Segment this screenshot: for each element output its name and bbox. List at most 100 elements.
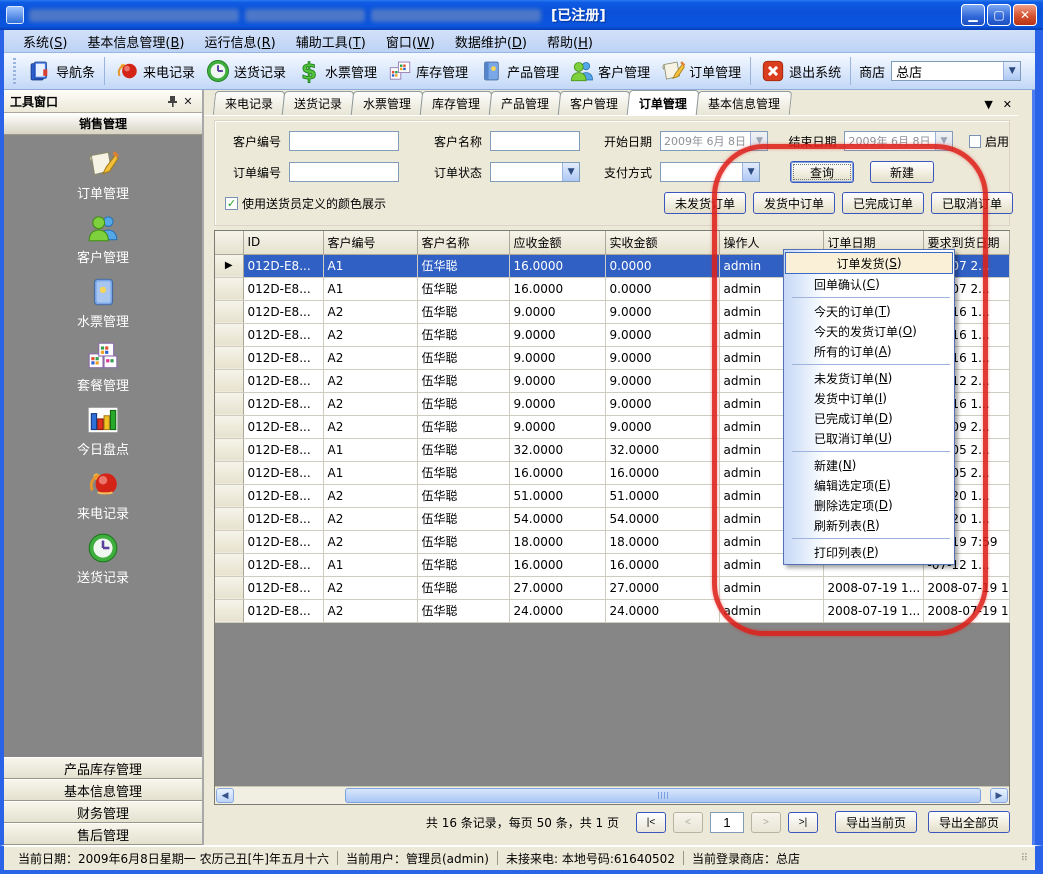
tab-close-icon[interactable]: ✕ [1003, 98, 1012, 111]
context-menu-item[interactable]: 回单确认(C) [784, 274, 954, 294]
cell-customer-no[interactable]: A2 [323, 599, 417, 622]
cell-customer-no[interactable]: A1 [323, 438, 417, 461]
cell-customer-no[interactable]: A2 [323, 323, 417, 346]
scrollbar-thumb[interactable] [345, 788, 981, 803]
cell-received[interactable]: 24.0000 [605, 599, 719, 622]
status-filter-cancelled-button[interactable]: 已取消订单 [931, 192, 1013, 214]
status-filter-shipping-button[interactable]: 发货中订单 [753, 192, 835, 214]
minimize-button[interactable]: ▁ [961, 4, 985, 26]
toolbar-product-button[interactable]: 产品管理 [473, 55, 564, 87]
tab-订单管理[interactable]: 订单管理 [627, 90, 700, 115]
tab-产品管理[interactable]: 产品管理 [489, 91, 562, 115]
menubar-item[interactable]: 帮助(H) [538, 30, 602, 53]
cell-operator[interactable]: admin [719, 576, 823, 599]
context-menu-item[interactable]: 删除选定项(D) [784, 495, 954, 515]
cell-customer-no[interactable]: A1 [323, 254, 417, 277]
sidebar-item-package-mgmt[interactable]: 套餐管理 [77, 339, 129, 394]
cell-customer-name[interactable]: 伍华聪 [417, 576, 509, 599]
cell-received[interactable]: 18.0000 [605, 530, 719, 553]
query-button[interactable]: 查询 [790, 161, 854, 183]
cell-id[interactable]: 012D-E8... [243, 576, 323, 599]
row-selector[interactable] [215, 599, 243, 622]
toolbar-exit-button[interactable]: 退出系统 [755, 55, 846, 87]
cell-receivable[interactable]: 24.0000 [509, 599, 605, 622]
tab-水票管理[interactable]: 水票管理 [351, 91, 424, 115]
customer-name-input[interactable] [490, 131, 580, 151]
cell-customer-name[interactable]: 伍华聪 [417, 346, 509, 369]
cell-received[interactable]: 9.0000 [605, 323, 719, 346]
table-row[interactable]: 012D-E8...A2伍华聪24.000024.0000admin2008-0… [215, 599, 1009, 622]
menubar-item[interactable]: 辅助工具(T) [287, 30, 375, 53]
scroll-left-icon[interactable]: ◀ [216, 788, 234, 803]
row-selector[interactable]: ▶ [215, 254, 243, 277]
cell-customer-no[interactable]: A2 [323, 507, 417, 530]
shop-select[interactable]: 总店 ▼ [891, 61, 1021, 81]
pin-icon[interactable] [164, 94, 180, 109]
menubar-item[interactable]: 基本信息管理(B) [78, 30, 193, 53]
cell-customer-no[interactable]: A2 [323, 415, 417, 438]
sidebar-item-water-ticket-mgmt[interactable]: 水票管理 [77, 275, 129, 330]
menubar-item[interactable]: 运行信息(R) [196, 30, 285, 53]
cell-customer-name[interactable]: 伍华聪 [417, 300, 509, 323]
cell-received[interactable]: 27.0000 [605, 576, 719, 599]
menubar-item[interactable]: 窗口(W) [377, 30, 444, 53]
cell-customer-name[interactable]: 伍华聪 [417, 530, 509, 553]
order-status-select[interactable]: ▼ [490, 162, 580, 182]
cell-customer-name[interactable]: 伍华聪 [417, 438, 509, 461]
next-page-button[interactable]: > [751, 812, 781, 833]
order-no-input[interactable] [289, 162, 399, 182]
sidebar-group-finance[interactable]: 财务管理 [4, 801, 202, 823]
cell-req-date[interactable]: 2008-07-19 1... [923, 576, 1009, 599]
cell-req-date[interactable]: 2008-07-19 1... [923, 599, 1009, 622]
cell-customer-no[interactable]: A2 [323, 300, 417, 323]
status-filter-completed-button[interactable]: 已完成订单 [842, 192, 924, 214]
cell-customer-name[interactable]: 伍华聪 [417, 553, 509, 576]
row-selector[interactable] [215, 484, 243, 507]
cell-receivable[interactable]: 18.0000 [509, 530, 605, 553]
cell-customer-no[interactable]: A2 [323, 576, 417, 599]
cell-received[interactable]: 16.0000 [605, 461, 719, 484]
status-filter-unshipped-button[interactable]: 未发货订单 [664, 192, 746, 214]
cell-customer-no[interactable]: A2 [323, 346, 417, 369]
context-menu-item[interactable]: 打印列表(P) [784, 542, 954, 562]
cell-order-date[interactable]: 2008-07-19 1... [823, 599, 923, 622]
row-selector[interactable] [215, 323, 243, 346]
chevron-down-icon[interactable]: ▼ [562, 163, 579, 181]
page-number-input[interactable] [710, 812, 744, 833]
last-page-button[interactable]: >| [788, 812, 818, 833]
context-menu-item[interactable]: 今天的发货订单(O) [784, 321, 954, 341]
row-selector[interactable] [215, 553, 243, 576]
pay-method-select[interactable]: ▼ [660, 162, 760, 182]
cell-receivable[interactable]: 16.0000 [509, 254, 605, 277]
col-customer-name[interactable]: 客户名称 [417, 231, 509, 254]
toolbar-water-ticket-button[interactable]: $ 水票管理 [291, 55, 382, 87]
row-selector[interactable] [215, 369, 243, 392]
toolbar-navigator-button[interactable]: 导航条 [22, 55, 100, 87]
row-selector[interactable] [215, 392, 243, 415]
cell-customer-no[interactable]: A2 [323, 369, 417, 392]
sidebar-item-daily-check[interactable]: 今日盘点 [77, 403, 129, 458]
cell-customer-name[interactable]: 伍华聪 [417, 254, 509, 277]
cell-receivable[interactable]: 16.0000 [509, 461, 605, 484]
sidebar-item-delivery-record[interactable]: 送货记录 [77, 531, 129, 586]
resize-grip[interactable]: ⠿ [1021, 853, 1029, 864]
col-id[interactable]: ID [243, 231, 323, 254]
cell-receivable[interactable]: 9.0000 [509, 323, 605, 346]
close-icon[interactable]: ✕ [180, 94, 196, 109]
col-receivable[interactable]: 应收金额 [509, 231, 605, 254]
col-customer-no[interactable]: 客户编号 [323, 231, 417, 254]
new-button[interactable]: 新建 [870, 161, 934, 183]
tab-库存管理[interactable]: 库存管理 [420, 91, 493, 115]
row-selector[interactable] [215, 277, 243, 300]
tab-客户管理[interactable]: 客户管理 [558, 91, 631, 115]
cell-receivable[interactable]: 16.0000 [509, 277, 605, 300]
cell-received[interactable]: 9.0000 [605, 346, 719, 369]
row-selector[interactable] [215, 576, 243, 599]
cell-customer-no[interactable]: A2 [323, 484, 417, 507]
cell-id[interactable]: 012D-E8... [243, 392, 323, 415]
cell-operator[interactable]: admin [719, 599, 823, 622]
cell-id[interactable]: 012D-E8... [243, 300, 323, 323]
sidebar-group-after-sale[interactable]: 售后管理 [4, 823, 202, 845]
row-selector[interactable] [215, 346, 243, 369]
toolbar-inventory-button[interactable]: 库存管理 [382, 55, 473, 87]
